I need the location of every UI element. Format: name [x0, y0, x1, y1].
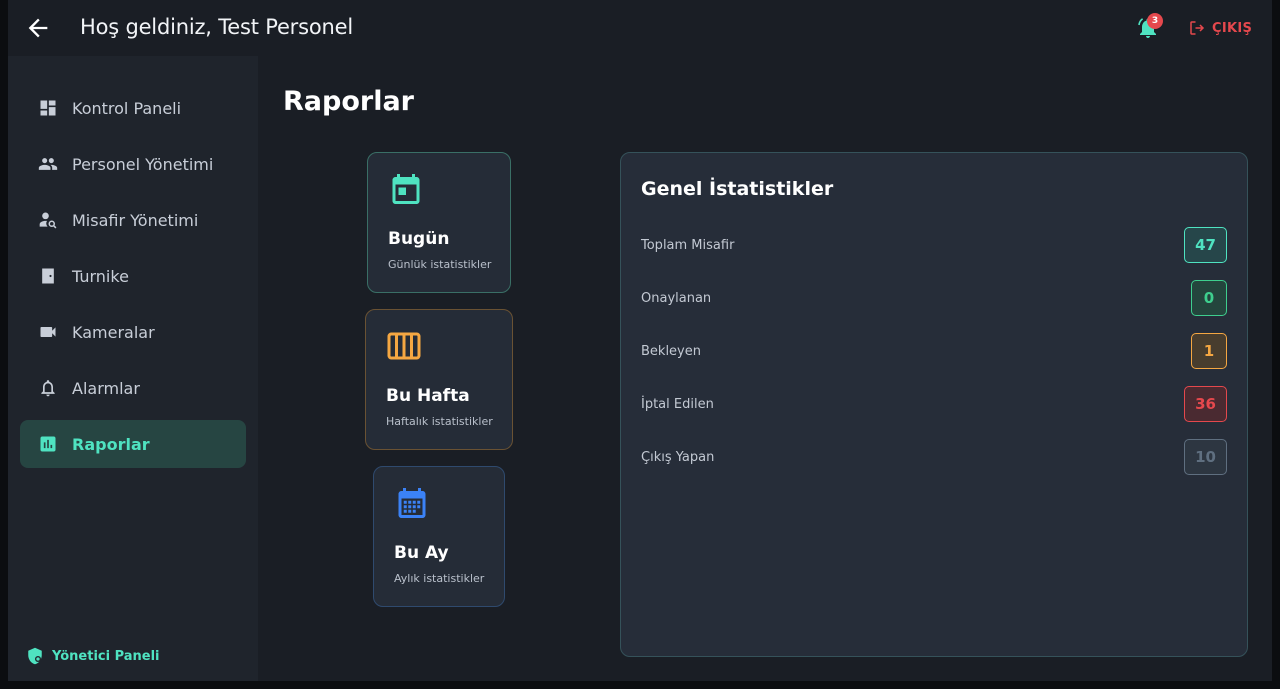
welcome-title: Hoş geldiniz, Test Personel [80, 15, 353, 39]
period-subtitle: Haftalık istatistikler [386, 415, 493, 428]
page-title: Raporlar [283, 86, 414, 117]
sidebar-item-alarms[interactable]: Alarmlar [20, 364, 246, 412]
period-card-today[interactable]: Bugün Günlük istatistikler [367, 152, 511, 293]
sidebar-item-dashboard[interactable]: Kontrol Paneli [20, 84, 246, 132]
stat-row-checked-out: Çıkış Yapan 10 [641, 439, 1227, 475]
stat-row-pending: Bekleyen 1 [641, 333, 1227, 369]
guest-search-icon [38, 210, 58, 230]
app-window: Hoş geldiniz, Test Personel 3 ÇIKIŞ Kont… [8, 0, 1272, 681]
sidebar-item-staff[interactable]: Personel Yönetimi [20, 140, 246, 188]
sidebar-item-label: Raporlar [72, 434, 150, 454]
admin-panel-label: Yönetici Paneli [52, 648, 160, 664]
sidebar-item-reports[interactable]: Raporlar [20, 420, 246, 468]
sidebar-item-label: Kontrol Paneli [72, 98, 182, 118]
stat-label: Bekleyen [641, 343, 701, 359]
notification-count-badge: 3 [1147, 13, 1163, 29]
logout-button[interactable]: ÇIKIŞ [1188, 19, 1252, 37]
period-subtitle: Günlük istatistikler [388, 258, 492, 271]
admin-panel-footer: Yönetici Paneli [26, 647, 160, 665]
bar-chart-icon [38, 434, 58, 454]
sidebar-item-guests[interactable]: Misafir Yönetimi [20, 196, 246, 244]
general-stats-panel: Genel İstatistikler Toplam Misafir 47 On… [620, 152, 1248, 657]
back-arrow-icon[interactable] [24, 14, 52, 42]
stat-value-badge: 47 [1184, 227, 1227, 263]
people-icon [38, 154, 58, 174]
sidebar-item-label: Misafir Yönetimi [72, 210, 199, 230]
sidebar-item-label: Personel Yönetimi [72, 154, 214, 174]
calendar-week-icon [386, 328, 422, 364]
door-icon [38, 266, 58, 286]
sidebar-item-label: Alarmlar [72, 378, 140, 398]
dashboard-icon [38, 98, 58, 118]
stat-label: Çıkış Yapan [641, 449, 715, 465]
sidebar-item-turnstile[interactable]: Turnike [20, 252, 246, 300]
stat-label: Toplam Misafir [641, 237, 735, 253]
stat-value-badge: 10 [1184, 439, 1227, 475]
stat-value-badge: 36 [1184, 386, 1227, 422]
camera-icon [38, 322, 58, 342]
shield-settings-icon [28, 647, 42, 665]
period-subtitle: Aylık istatistikler [394, 572, 485, 585]
top-bar: Hoş geldiniz, Test Personel 3 ÇIKIŞ [8, 0, 1272, 56]
sidebar: Kontrol Paneli Personel Yönetimi Misafir… [8, 56, 258, 681]
sidebar-item-label: Turnike [72, 266, 129, 286]
sidebar-item-cameras[interactable]: Kameralar [20, 308, 246, 356]
logout-icon [1190, 21, 1205, 35]
stats-title: Genel İstatistikler [641, 178, 834, 200]
stat-label: Onaylanan [641, 290, 712, 306]
stat-row-cancelled: İptal Edilen 36 [641, 386, 1227, 422]
period-card-week[interactable]: Bu Hafta Haftalık istatistikler [365, 309, 513, 450]
calendar-today-icon [388, 171, 424, 207]
stat-label: İptal Edilen [641, 396, 714, 412]
logout-label: ÇIKIŞ [1212, 20, 1253, 36]
sidebar-item-label: Kameralar [72, 322, 155, 342]
period-title: Bugün [388, 229, 450, 249]
stat-value-badge: 1 [1191, 333, 1227, 369]
stat-row-approved: Onaylanan 0 [641, 280, 1227, 316]
bell-icon [38, 378, 58, 398]
period-title: Bu Ay [394, 543, 449, 563]
stat-value-badge: 0 [1191, 280, 1227, 316]
period-card-month[interactable]: Bu Ay Aylık istatistikler [373, 466, 505, 607]
period-title: Bu Hafta [386, 386, 470, 406]
calendar-month-icon [394, 485, 430, 521]
stat-row-total: Toplam Misafir 47 [641, 227, 1227, 263]
